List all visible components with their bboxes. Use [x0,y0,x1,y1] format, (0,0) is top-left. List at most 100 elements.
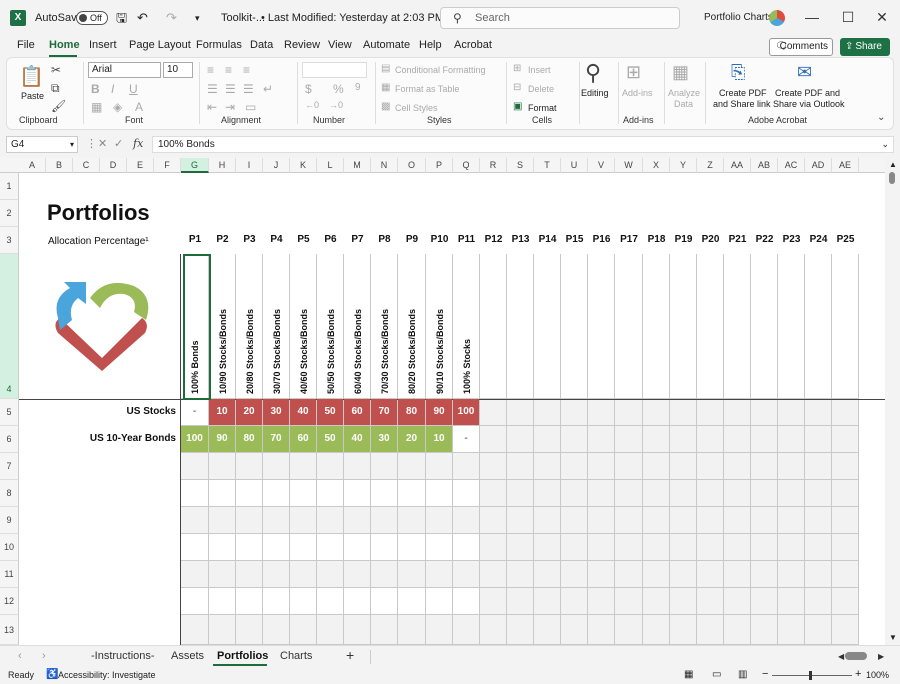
comma-icon[interactable]: 9 [355,82,361,93]
grid-cell[interactable] [426,561,453,588]
grid-cell[interactable] [534,480,561,507]
column-header-j[interactable]: J [263,158,290,173]
grid-cell[interactable] [480,507,507,534]
grid-cell[interactable] [832,399,859,426]
grid-cell[interactable] [697,399,724,426]
grid-cell[interactable] [724,588,751,615]
grid-cell[interactable] [561,588,588,615]
row-header-12[interactable]: 12 [0,588,19,615]
bold-icon[interactable]: B [91,82,100,96]
spreadsheet-grid[interactable]: A B C D E F G H I J K L M N O P Q R S T U V W X Y Z AA AB AC AD AE 123… [0,158,885,645]
grid-cell[interactable] [697,453,724,480]
grid-cell[interactable] [615,561,643,588]
selected-cell-g4[interactable] [183,254,211,400]
column-header-n[interactable]: N [371,158,398,173]
search-input[interactable]: ⚲ Search [440,7,680,29]
zoom-out-icon[interactable]: − [762,668,768,680]
grid-cell[interactable] [778,615,805,645]
grid-cell[interactable] [480,254,507,399]
grid-cell[interactable] [181,615,209,645]
grid-cell[interactable] [805,254,832,399]
grid-cell[interactable] [751,480,778,507]
zoom-in-icon[interactable]: + [855,668,861,680]
format-cells-icon[interactable]: ▣ [513,101,522,112]
grid-cell[interactable] [643,254,670,399]
grid-cell[interactable] [507,561,534,588]
column-header-r[interactable]: R [480,158,507,173]
grid-cell[interactable] [181,507,209,534]
grid-cell[interactable] [290,480,317,507]
grid-cell[interactable] [453,480,480,507]
row-header-5[interactable]: 5 [0,399,19,426]
grid-cell[interactable] [751,561,778,588]
row-header-1[interactable]: 1 [0,173,19,200]
grid-cell[interactable] [181,453,209,480]
scroll-right-icon[interactable]: ▶ [878,652,884,661]
grid-cell[interactable] [778,254,805,399]
grid-cell[interactable] [724,399,751,426]
column-header-aa[interactable]: AA [724,158,751,173]
column-header-g[interactable]: G [181,158,209,173]
create-pdf-link-button[interactable]: Create PDF [719,88,767,98]
grid-cell[interactable] [534,254,561,399]
delete-cells-button[interactable]: Delete [528,84,554,94]
grid-cell[interactable] [263,507,290,534]
share-button[interactable]: ⇪ Share [840,38,890,56]
undo-icon[interactable]: ↶ [137,0,148,36]
column-header-o[interactable]: O [398,158,426,173]
grid-cell[interactable] [778,480,805,507]
grid-cell[interactable] [724,453,751,480]
underline-icon[interactable]: U [129,82,138,96]
row-header-8[interactable]: 8 [0,480,19,507]
grid-cell[interactable] [670,588,697,615]
fill-color-icon[interactable]: ◈ [113,100,122,114]
grid-cell[interactable] [426,588,453,615]
grid-cell[interactable] [615,534,643,561]
grid-cell[interactable] [724,615,751,645]
grid-cell[interactable] [344,507,371,534]
grid-cell[interactable] [832,426,859,453]
grid-cell[interactable] [290,534,317,561]
column-header-h[interactable]: H [209,158,236,173]
grid-cell[interactable] [507,480,534,507]
grid-cell[interactable] [670,399,697,426]
grid-cell[interactable] [480,534,507,561]
grid-cell[interactable] [398,615,426,645]
column-header-p[interactable]: P [426,158,453,173]
name-box-dropdown-icon[interactable]: ▾ [70,137,74,152]
grid-cell[interactable] [615,426,643,453]
grid-cell[interactable] [832,615,859,645]
grid-cell[interactable] [236,480,263,507]
grid-cell[interactable] [805,480,832,507]
grid-cell[interactable] [724,480,751,507]
grid-cell[interactable] [371,453,398,480]
grid-cell[interactable] [317,480,344,507]
grid-cell[interactable] [778,561,805,588]
grid-cell[interactable] [805,534,832,561]
column-header-ad[interactable]: AD [805,158,832,173]
percent-icon[interactable]: % [333,82,344,96]
profile-avatar-icon[interactable] [769,10,785,26]
grid-cell[interactable] [507,588,534,615]
grid-cell[interactable] [643,453,670,480]
zoom-slider[interactable] [772,675,852,676]
grid-cell[interactable] [670,507,697,534]
align-center-icon[interactable]: ☰ [225,82,236,96]
grid-cell[interactable] [398,588,426,615]
copy-icon[interactable]: ⧉ [51,81,60,96]
grid-cell[interactable] [561,453,588,480]
tab-acrobat[interactable]: Acrobat [454,39,492,51]
grid-cell[interactable] [588,480,615,507]
grid-cell[interactable] [561,561,588,588]
grid-cell[interactable] [561,426,588,453]
grid-cell[interactable] [832,254,859,399]
grid-cell[interactable] [751,426,778,453]
grid-cell[interactable] [561,534,588,561]
page-break-view-icon[interactable]: ▥ [738,669,747,680]
sheet-tab-assets[interactable]: Assets [171,650,204,662]
cell-styles-icon[interactable]: ▩ [381,101,390,112]
align-left-icon[interactable]: ☰ [207,82,218,96]
grid-cell[interactable] [697,254,724,399]
grid-cell[interactable] [480,426,507,453]
formula-input[interactable]: 100% Bonds ⌄ [152,136,894,153]
